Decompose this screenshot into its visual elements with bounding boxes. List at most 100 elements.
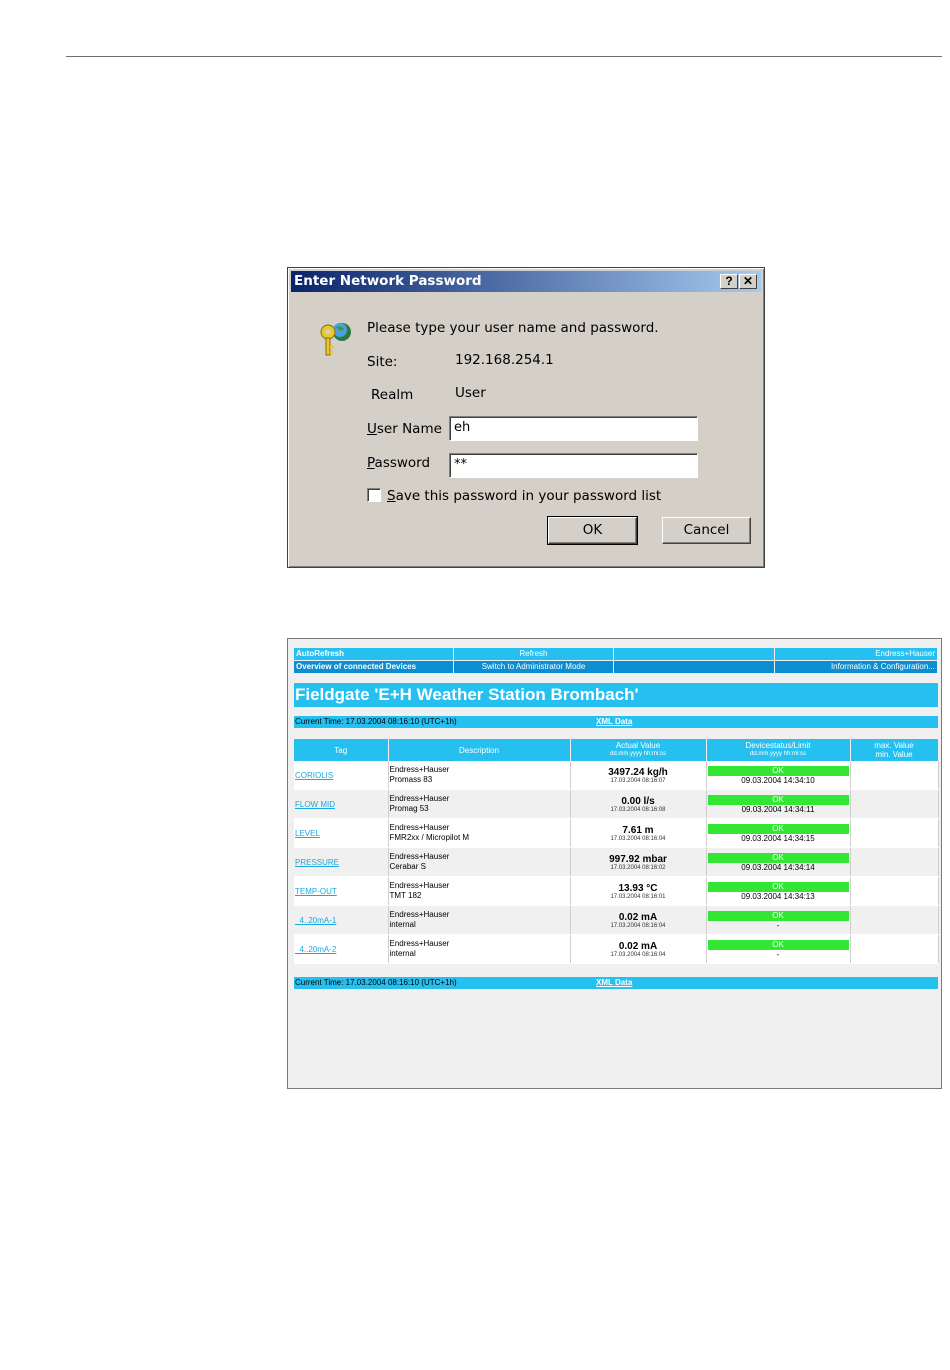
- row-max-min: [850, 789, 939, 819]
- table-row: _4..20mA-2 Endress+Hauser internal 0.02 mA 1…: [294, 934, 939, 964]
- row-description: Endress+Hauser Promag 53: [388, 789, 571, 819]
- measured-value: 0.00 l/s: [621, 795, 655, 807]
- row-actual-value: 0.00 l/s 17.03.2004 08:16:08: [570, 789, 707, 819]
- save-password-checkbox[interactable]: [367, 488, 381, 502]
- row-status: OK 09.03.2004 14:34:11: [706, 789, 851, 819]
- username-input[interactable]: eh: [449, 416, 698, 441]
- menu-row-1: AutoRefresh Refresh Endress+Hauser: [294, 648, 938, 660]
- device-tag-link[interactable]: LEVEL: [295, 829, 320, 838]
- measured-value: 997.92 mbar: [609, 853, 667, 865]
- row-actual-value: 0.02 mA 17.03.2004 08:16:04: [570, 905, 707, 935]
- col-tag[interactable]: Tag: [294, 739, 389, 761]
- username-label: User Name: [367, 421, 442, 437]
- row-actual-value: 0.02 mA 17.03.2004 08:16:04: [570, 934, 707, 964]
- current-time-bar-bottom: Current Time: 17.03.2004 08:16:10 (UTC+1…: [294, 977, 938, 989]
- row-max-min: [850, 934, 939, 964]
- status-timestamp: -: [776, 949, 780, 959]
- xml-data-link[interactable]: XML Data: [596, 716, 632, 728]
- dialog-prompt: Please type your user name and password.: [367, 320, 659, 336]
- row-status: OK 09.03.2004 14:34:13: [706, 876, 851, 906]
- device-tag-link[interactable]: TEMP-OUT: [295, 887, 337, 896]
- row-status: OK 09.03.2004 14:34:14: [706, 847, 851, 877]
- menu-brand[interactable]: Endress+Hauser: [775, 648, 938, 660]
- row-max-min: [850, 876, 939, 906]
- device-manufacturer: Endress+Hauser: [389, 852, 450, 861]
- device-manufacturer: Endress+Hauser: [389, 881, 450, 890]
- current-time: Current Time: 17.03.2004 08:16:10 (UTC+1…: [295, 717, 457, 726]
- device-table: Tag Description Actual Value dd.mm.yyyy h…: [294, 739, 939, 964]
- cancel-button[interactable]: Cancel: [662, 517, 751, 544]
- row-tag: FLOW MID: [294, 789, 389, 819]
- status-badge: OK: [707, 823, 849, 834]
- device-tag-link[interactable]: PRESSURE: [295, 858, 339, 867]
- status-badge: OK: [707, 794, 849, 805]
- menu-autorefresh[interactable]: AutoRefresh: [294, 648, 454, 660]
- row-tag: PRESSURE: [294, 847, 389, 877]
- row-description: Endress+Hauser internal: [388, 934, 571, 964]
- device-tag-link[interactable]: CORIOLIS: [295, 771, 333, 780]
- measured-value: 7.61 m: [622, 824, 654, 836]
- row-description: Endress+Hauser FMR2xx / Micropilot M: [388, 818, 571, 848]
- value-timestamp: 17.03.2004 08:16:08: [610, 806, 666, 813]
- status-timestamp: 09.03.2004 14:34:13: [741, 891, 815, 901]
- device-model: internal: [389, 949, 416, 958]
- status-timestamp: 09.03.2004 14:34:15: [741, 833, 815, 843]
- row-max-min: [850, 761, 939, 790]
- row-description: Endress+Hauser TMT 182: [388, 876, 571, 906]
- realm-value: User: [455, 385, 486, 401]
- close-button[interactable]: ✕: [739, 274, 757, 289]
- menu-info-config[interactable]: Information & Configuration...: [775, 661, 938, 673]
- dialog-title: Enter Network Password: [294, 273, 482, 289]
- device-tag-link[interactable]: FLOW MID: [295, 800, 335, 809]
- save-password-label[interactable]: Save this password in your password list: [387, 488, 661, 504]
- menu-admin-mode[interactable]: Switch to Administrator Mode: [454, 661, 614, 673]
- status-timestamp: 09.03.2004 14:34:10: [741, 775, 815, 785]
- row-actual-value: 7.61 m 17.03.2004 08:16:04: [570, 818, 707, 848]
- status-badge: OK: [707, 852, 849, 863]
- col-max-min[interactable]: max. Value min. Value: [850, 739, 939, 761]
- status-timestamp: 09.03.2004 14:34:14: [741, 862, 815, 872]
- device-tag-link[interactable]: _4..20mA-1: [295, 916, 336, 925]
- value-timestamp: 17.03.2004 08:16:07: [610, 777, 666, 784]
- help-button[interactable]: ?: [720, 274, 738, 289]
- realm-label: Realm: [371, 387, 414, 403]
- password-input[interactable]: **: [449, 453, 698, 478]
- col-devicestatus[interactable]: Devicestatus/Limit dd.mm.yyyy hh:mi:ss: [706, 739, 851, 761]
- table-row: LEVEL Endress+Hauser FMR2xx / Micropilot M…: [294, 818, 939, 848]
- device-manufacturer: Endress+Hauser: [389, 910, 450, 919]
- device-tag-link[interactable]: _4..20mA-2: [295, 945, 336, 954]
- device-model: Promass 83: [389, 775, 433, 784]
- network-password-dialog: Enter Network Password ? ✕ Please type y…: [287, 267, 765, 568]
- table-header-row: Tag Description Actual Value dd.mm.yyyy h…: [294, 739, 939, 761]
- row-tag: _4..20mA-2: [294, 934, 389, 964]
- page-top-rule: [66, 56, 942, 57]
- row-tag: CORIOLIS: [294, 761, 389, 790]
- row-max-min: [850, 847, 939, 877]
- device-manufacturer: Endress+Hauser: [389, 794, 450, 803]
- xml-data-link[interactable]: XML Data: [596, 977, 632, 989]
- current-time-bar-top: Current Time: 17.03.2004 08:16:10 (UTC+1…: [294, 716, 938, 728]
- col-description[interactable]: Description: [388, 739, 571, 761]
- status-badge: OK: [707, 939, 849, 950]
- row-tag: _4..20mA-1: [294, 905, 389, 935]
- row-actual-value: 13.93 °C 17.03.2004 08:16:01: [570, 876, 707, 906]
- status-badge: OK: [707, 910, 849, 921]
- value-timestamp: 17.03.2004 08:16:01: [610, 893, 666, 900]
- row-tag: TEMP-OUT: [294, 876, 389, 906]
- measured-value: 0.02 mA: [618, 911, 658, 923]
- dialog-titlebar[interactable]: Enter Network Password ? ✕: [291, 271, 761, 292]
- row-tag: LEVEL: [294, 818, 389, 848]
- device-model: Cerabar S: [389, 862, 426, 871]
- ok-button[interactable]: OK: [547, 516, 638, 545]
- measured-value: 13.93 °C: [618, 882, 658, 894]
- table-row: PRESSURE Endress+Hauser Cerabar S 997.92 mb…: [294, 847, 939, 877]
- fieldgate-page: AutoRefresh Refresh Endress+Hauser Overv…: [287, 638, 942, 1089]
- menu-overview[interactable]: Overview of connected Devices: [294, 661, 454, 673]
- status-badge: OK: [707, 765, 849, 776]
- col-actual-value[interactable]: Actual Value dd.mm.yyyy hh:mi:ss: [570, 739, 707, 761]
- row-status: OK -: [706, 934, 851, 964]
- device-manufacturer: Endress+Hauser: [389, 765, 450, 774]
- menu-refresh[interactable]: Refresh: [454, 648, 614, 660]
- measured-value: 0.02 mA: [618, 940, 658, 952]
- value-timestamp: 17.03.2004 08:16:04: [610, 922, 666, 929]
